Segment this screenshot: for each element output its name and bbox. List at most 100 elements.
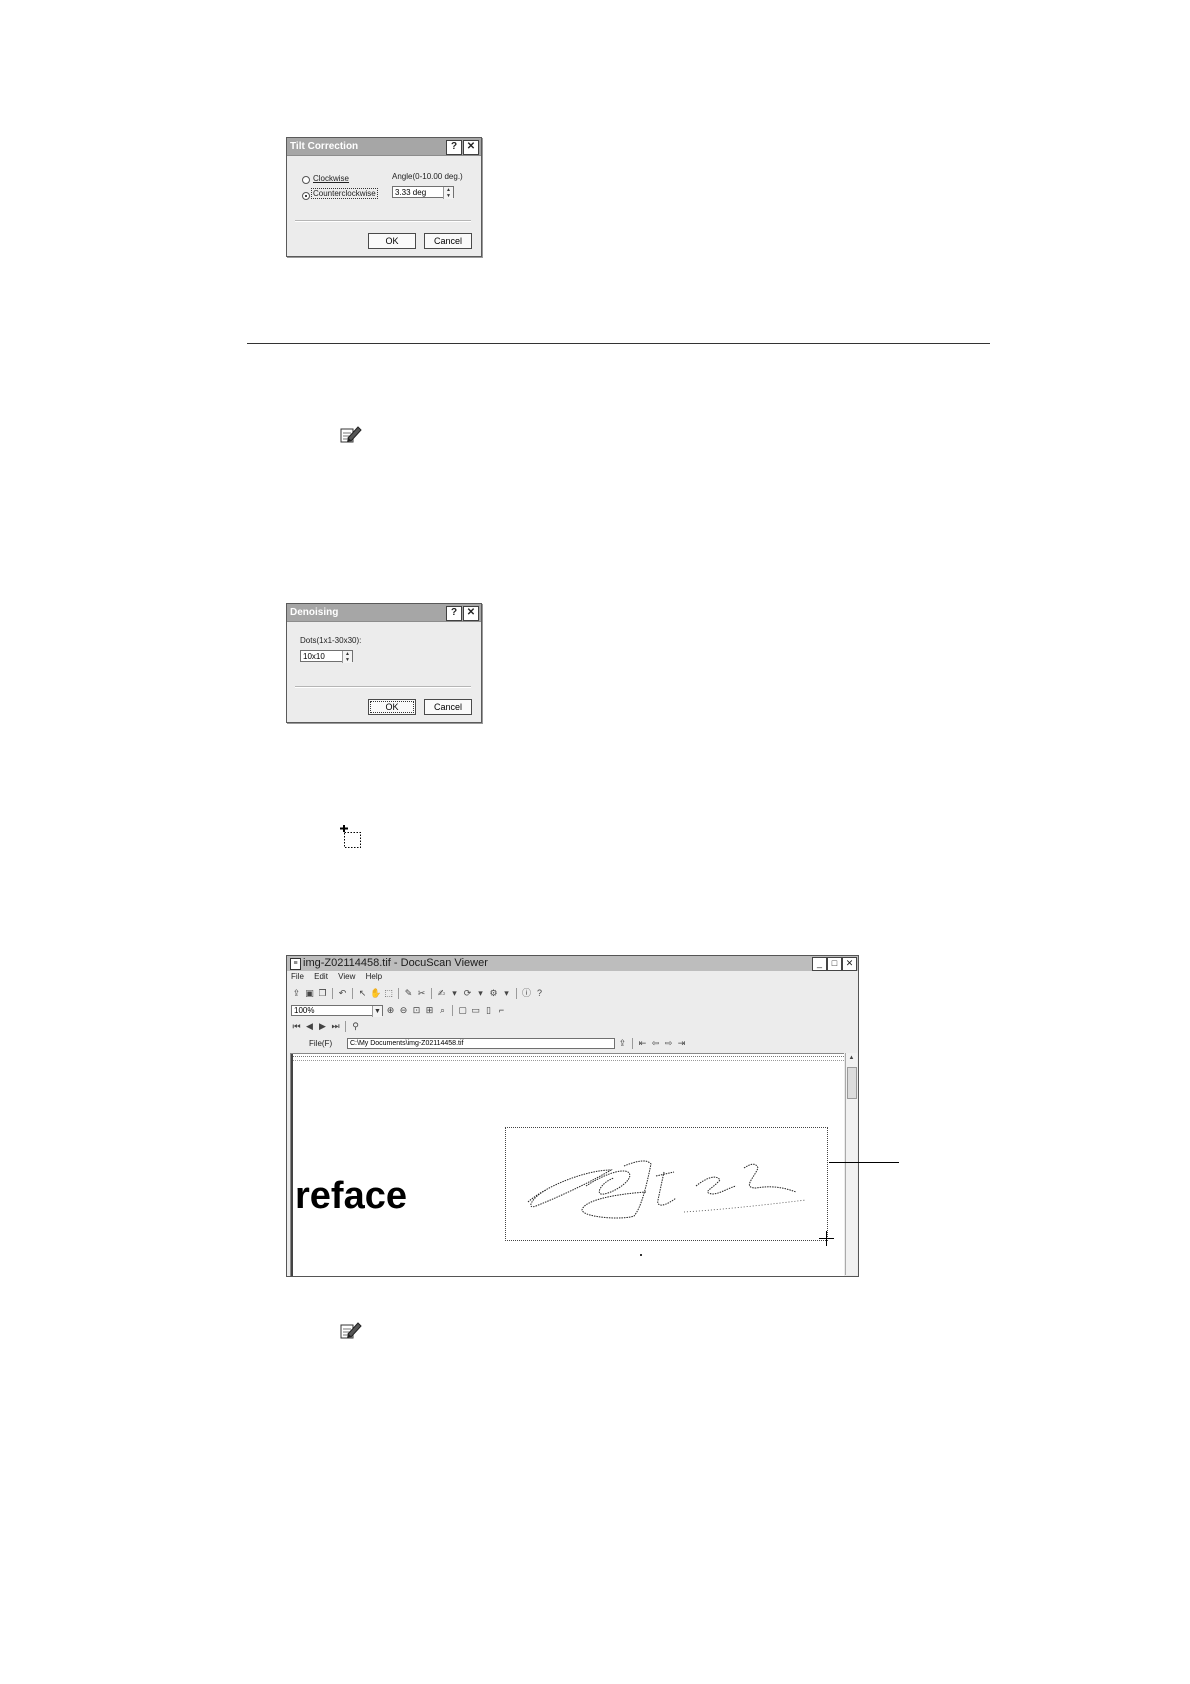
- last-page-icon[interactable]: ⏭: [330, 1021, 341, 1032]
- menu-bar: File Edit View Help: [287, 971, 858, 983]
- ok-button[interactable]: OK: [368, 699, 416, 715]
- save-icon[interactable]: ▣: [304, 988, 315, 999]
- menu-file[interactable]: File: [291, 972, 304, 981]
- toolbar-separator: [345, 1020, 346, 1032]
- toolbar-separator: [352, 987, 353, 999]
- filter-icon[interactable]: ⚙: [488, 988, 499, 999]
- file-nav-toolbar: ⇪ ⇤ ⇦ ⇨ ⇥: [617, 1036, 687, 1050]
- close-button[interactable]: ✕: [842, 957, 857, 971]
- fit-page-icon[interactable]: ⊞: [424, 1005, 435, 1016]
- viewer-title-bar: ≡ img-Z02114458.tif - DocuScan Viewer _ …: [287, 956, 858, 971]
- zoom-area-icon[interactable]: ⌕: [437, 1005, 448, 1016]
- menu-edit[interactable]: Edit: [314, 972, 328, 981]
- next-file-icon[interactable]: ⇨: [663, 1038, 674, 1049]
- angle-spinner[interactable]: ▲ ▼: [443, 187, 453, 199]
- import-icon[interactable]: ⇪: [291, 988, 302, 999]
- callout-line: [829, 1162, 899, 1163]
- dialog-title-bar: Tilt Correction ? ✕: [287, 138, 481, 156]
- help-button[interactable]: ?: [446, 606, 462, 621]
- close-button[interactable]: ✕: [463, 140, 479, 155]
- minimize-button[interactable]: _: [812, 957, 827, 971]
- zoom-value: 100%: [294, 1005, 315, 1015]
- file-path-value: C:\My Documents\img-Z02114458.tif: [350, 1040, 464, 1047]
- last-file-icon[interactable]: ⇥: [676, 1038, 687, 1049]
- app-icon: ≡: [290, 958, 301, 970]
- dialog-separator: [295, 686, 471, 688]
- signature-image: [527, 1160, 807, 1219]
- dropdown-arrow-icon[interactable]: ▾: [501, 988, 512, 999]
- chevron-down-icon[interactable]: ▼: [372, 1005, 382, 1017]
- vertical-scrollbar[interactable]: ▲: [845, 1053, 857, 1275]
- copy-icon[interactable]: ❐: [317, 988, 328, 999]
- note-icon: [340, 424, 362, 444]
- dots-label: Dots(1x1-30x30):: [300, 636, 362, 645]
- note-icon: [340, 1320, 362, 1340]
- erase-icon[interactable]: ✂: [416, 988, 427, 999]
- select-area-icon: [339, 825, 363, 849]
- fit-width-icon[interactable]: ⊡: [411, 1005, 422, 1016]
- scan-speck: [640, 1254, 642, 1256]
- layout-4-icon[interactable]: ⌐: [496, 1005, 507, 1016]
- edit-icon[interactable]: ✍: [436, 988, 447, 999]
- help-button[interactable]: ?: [446, 140, 462, 155]
- selection-rectangle[interactable]: [505, 1127, 828, 1241]
- toolbar-separator: [431, 987, 432, 999]
- clockwise-radio[interactable]: [302, 176, 310, 184]
- section-divider: [247, 343, 990, 344]
- angle-value: 3.33 deg: [395, 188, 427, 197]
- close-button[interactable]: ✕: [463, 606, 479, 621]
- page-nav-toolbar: ⏮ ◀ ▶ ⏭ ⚲: [291, 1019, 361, 1033]
- clockwise-label[interactable]: Clockwise: [313, 174, 349, 183]
- dropdown-arrow-icon[interactable]: ▾: [475, 988, 486, 999]
- zoom-toolbar: 100% ▼ ⊕ ⊖ ⊡ ⊞ ⌕ ▢ ▭ ▯ ⌐: [291, 1003, 507, 1017]
- toolbar-separator: [452, 1004, 453, 1016]
- layout-3-icon[interactable]: ▯: [483, 1005, 494, 1016]
- toolbar-separator: [632, 1037, 633, 1049]
- first-page-icon[interactable]: ⏮: [291, 1021, 302, 1032]
- zoom-select[interactable]: 100% ▼: [291, 1004, 383, 1017]
- undo-icon[interactable]: ↶: [337, 988, 348, 999]
- scan-noise: [291, 1056, 844, 1061]
- viewer-window: ≡ img-Z02114458.tif - DocuScan Viewer _ …: [286, 955, 859, 1277]
- angle-field[interactable]: 3.33 deg ▲ ▼: [392, 186, 454, 199]
- menu-view[interactable]: View: [338, 972, 355, 981]
- hand-icon[interactable]: ✋: [370, 988, 381, 999]
- dots-spinner[interactable]: ▲ ▼: [342, 651, 352, 663]
- angle-label: Angle(0-10.00 deg.): [392, 172, 463, 181]
- zoom-out-icon[interactable]: ⊖: [398, 1005, 409, 1016]
- page-settings-icon[interactable]: ⚲: [350, 1021, 361, 1032]
- counterclockwise-label[interactable]: Counterclockwise: [311, 188, 378, 199]
- first-file-icon[interactable]: ⇤: [637, 1038, 648, 1049]
- rotate-icon[interactable]: ⟳: [462, 988, 473, 999]
- toolbar-separator: [398, 987, 399, 999]
- main-toolbar: ⇪ ▣ ❐ ↶ ↖ ✋ ⬚ ✎ ✂ ✍ ▾ ⟳ ▾ ⚙ ▾ ⓘ ?: [291, 986, 545, 1000]
- layout-1-icon[interactable]: ▢: [457, 1005, 468, 1016]
- open-folder-icon[interactable]: ⇪: [617, 1038, 628, 1049]
- dropdown-arrow-icon[interactable]: ▾: [449, 988, 460, 999]
- cancel-button[interactable]: Cancel: [424, 233, 472, 249]
- layout-2-icon[interactable]: ▭: [470, 1005, 481, 1016]
- counterclockwise-radio[interactable]: [302, 192, 310, 200]
- menu-help[interactable]: Help: [366, 972, 382, 981]
- stamp-icon[interactable]: ✎: [403, 988, 414, 999]
- maximize-button[interactable]: □: [827, 957, 842, 971]
- dots-field[interactable]: 10x10 ▲ ▼: [300, 650, 353, 663]
- dialog-title-bar: Denoising ? ✕: [287, 604, 481, 622]
- next-page-icon[interactable]: ▶: [317, 1021, 328, 1032]
- file-label: File(F): [309, 1039, 333, 1048]
- scrollbar-thumb[interactable]: [847, 1067, 857, 1099]
- document-canvas[interactable]: reface: [290, 1053, 844, 1276]
- pointer-icon[interactable]: ↖: [357, 988, 368, 999]
- ok-button[interactable]: OK: [368, 233, 416, 249]
- cancel-button[interactable]: Cancel: [424, 699, 472, 715]
- help-icon[interactable]: ?: [534, 988, 545, 999]
- zoom-in-icon[interactable]: ⊕: [385, 1005, 396, 1016]
- prev-file-icon[interactable]: ⇦: [650, 1038, 661, 1049]
- select-area-icon[interactable]: ⬚: [383, 988, 394, 999]
- dialog-separator: [295, 220, 471, 222]
- crosshair-cursor-icon: [819, 1231, 834, 1246]
- file-path-field[interactable]: C:\My Documents\img-Z02114458.tif: [347, 1038, 615, 1049]
- info-icon[interactable]: ⓘ: [521, 988, 532, 999]
- prev-page-icon[interactable]: ◀: [304, 1021, 315, 1032]
- scroll-up-icon[interactable]: ▲: [847, 1054, 856, 1063]
